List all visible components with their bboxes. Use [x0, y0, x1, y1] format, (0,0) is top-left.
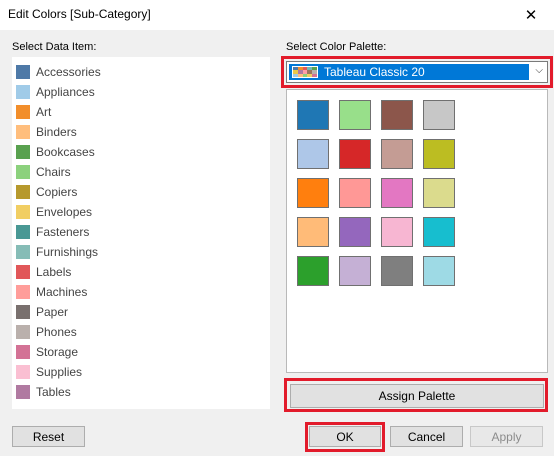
item-color-swatch [16, 245, 30, 259]
list-item[interactable]: Art [12, 102, 270, 122]
item-label: Bookcases [36, 145, 95, 159]
item-label: Phones [36, 325, 77, 339]
palette-color-swatch[interactable] [339, 256, 371, 286]
palette-color-grid [286, 89, 548, 373]
list-item[interactable]: Fasteners [12, 222, 270, 242]
item-label: Tables [36, 385, 71, 399]
palette-color-swatch[interactable] [381, 100, 413, 130]
item-color-swatch [16, 185, 30, 199]
cancel-button[interactable]: Cancel [390, 426, 463, 447]
data-item-list[interactable]: Accessories Appliances Art Binders Bookcases… [11, 56, 271, 410]
item-label: Accessories [36, 65, 101, 79]
palette-color-swatch[interactable] [297, 139, 329, 169]
palette-color-swatch[interactable] [339, 139, 371, 169]
select-color-palette-label: Select Color Palette: [286, 41, 387, 53]
palette-color-swatch[interactable] [339, 178, 371, 208]
list-item[interactable]: Accessories [12, 62, 270, 82]
item-label: Paper [36, 305, 69, 319]
item-color-swatch [16, 65, 30, 79]
palette-color-swatch[interactable] [423, 100, 455, 130]
item-color-swatch [16, 285, 30, 299]
item-color-swatch [16, 305, 30, 319]
list-item[interactable]: Tables [12, 382, 270, 402]
palette-preview-cell [312, 73, 317, 77]
item-label: Binders [36, 125, 77, 139]
apply-button[interactable]: Apply [470, 426, 543, 447]
ok-button[interactable]: OK [309, 426, 381, 447]
reset-button[interactable]: Reset [12, 426, 85, 447]
list-item[interactable]: Labels [12, 262, 270, 282]
palette-color-swatch[interactable] [297, 217, 329, 247]
palette-color-swatch[interactable] [297, 178, 329, 208]
item-label: Supplies [36, 365, 83, 379]
palette-color-swatch[interactable] [423, 178, 455, 208]
palette-preview-icon [292, 66, 318, 78]
title-bar: Edit Colors [Sub-Category] ✕ [0, 0, 554, 30]
list-item[interactable]: Furnishings [12, 242, 270, 262]
assign-palette-button[interactable]: Assign Palette [290, 384, 544, 408]
list-item[interactable]: Storage [12, 342, 270, 362]
item-color-swatch [16, 85, 30, 99]
item-color-swatch [16, 325, 30, 339]
item-color-swatch [16, 165, 30, 179]
list-item[interactable]: Envelopes [12, 202, 270, 222]
item-label: Appliances [36, 85, 95, 99]
palette-color-swatch[interactable] [381, 139, 413, 169]
item-label: Storage [36, 345, 79, 359]
chevron-down-icon[interactable]: ⌵ [535, 65, 543, 76]
item-color-swatch [16, 265, 30, 279]
item-color-swatch [16, 365, 30, 379]
list-item[interactable]: Phones [12, 322, 270, 342]
item-color-swatch [16, 105, 30, 119]
item-label: Machines [36, 285, 88, 299]
palette-dropdown[interactable]: Tableau Classic 20 ⌵ [286, 61, 548, 83]
palette-color-swatch[interactable] [423, 217, 455, 247]
palette-color-swatch[interactable] [381, 256, 413, 286]
select-data-item-label: Select Data Item: [12, 41, 97, 53]
palette-color-swatch[interactable] [339, 100, 371, 130]
window-title: Edit Colors [Sub-Category] [8, 7, 151, 21]
palette-color-swatch[interactable] [297, 100, 329, 130]
palette-dropdown-value: Tableau Classic 20 [324, 65, 425, 79]
palette-dropdown-selected[interactable]: Tableau Classic 20 [289, 64, 529, 80]
item-color-swatch [16, 385, 30, 399]
list-item[interactable]: Appliances [12, 82, 270, 102]
palette-color-swatch[interactable] [423, 139, 455, 169]
item-label: Copiers [36, 185, 78, 199]
item-label: Fasteners [36, 225, 90, 239]
list-item[interactable]: Chairs [12, 162, 270, 182]
list-item[interactable]: Paper [12, 302, 270, 322]
list-item[interactable]: Machines [12, 282, 270, 302]
palette-color-swatch[interactable] [381, 178, 413, 208]
item-color-swatch [16, 125, 30, 139]
palette-color-swatch[interactable] [297, 256, 329, 286]
item-color-swatch [16, 205, 30, 219]
palette-color-swatch[interactable] [423, 256, 455, 286]
item-color-swatch [16, 345, 30, 359]
item-color-swatch [16, 145, 30, 159]
item-label: Furnishings [36, 245, 99, 259]
close-icon[interactable]: ✕ [508, 0, 554, 30]
item-label: Art [36, 105, 52, 119]
item-label: Chairs [36, 165, 71, 179]
palette-color-swatch[interactable] [339, 217, 371, 247]
list-item[interactable]: Supplies [12, 362, 270, 382]
list-item[interactable]: Copiers [12, 182, 270, 202]
list-item[interactable]: Bookcases [12, 142, 270, 162]
item-color-swatch [16, 225, 30, 239]
item-label: Labels [36, 265, 72, 279]
list-item[interactable]: Binders [12, 122, 270, 142]
palette-color-swatch[interactable] [381, 217, 413, 247]
item-label: Envelopes [36, 205, 93, 219]
